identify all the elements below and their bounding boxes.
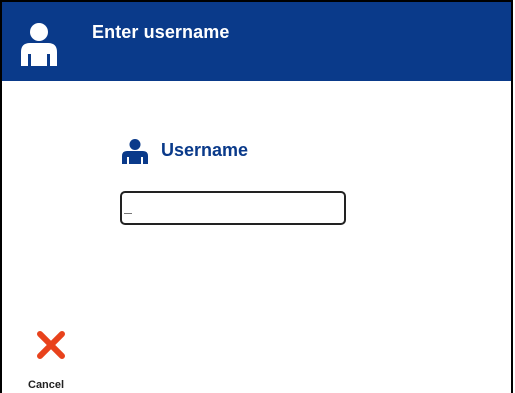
username-label-row: Username: [120, 138, 360, 164]
enter-username-dialog: Enter username Username Cancel: [0, 0, 513, 393]
close-x-icon: [37, 331, 65, 359]
cancel-button[interactable]: Cancel: [24, 330, 74, 392]
username-input[interactable]: [120, 191, 346, 225]
dialog-title: Enter username: [92, 22, 230, 42]
user-icon: [122, 139, 148, 164]
dialog-header: Enter username: [2, 2, 511, 81]
user-icon: [21, 23, 57, 66]
cancel-label: Cancel: [28, 379, 65, 391]
username-label: Username: [161, 140, 249, 160]
text-cursor: [124, 213, 132, 214]
